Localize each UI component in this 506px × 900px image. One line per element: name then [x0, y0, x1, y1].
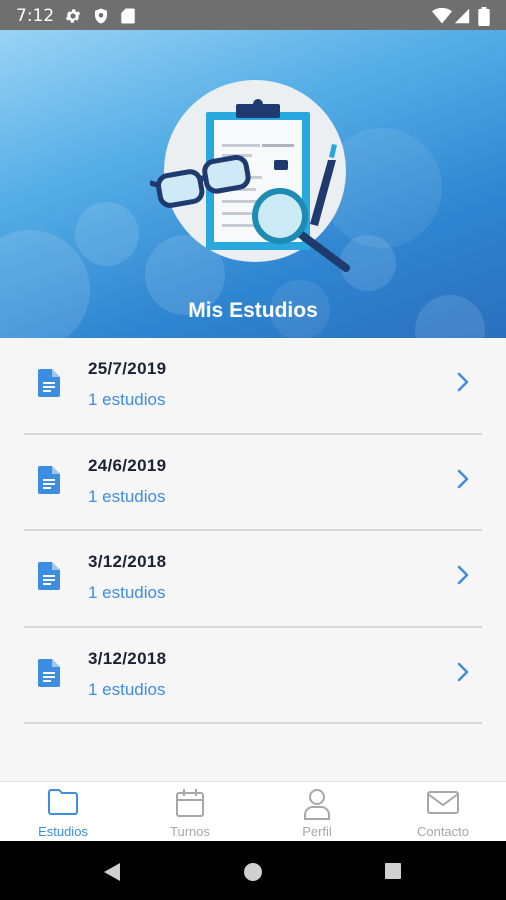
- chevron-right-icon[interactable]: [456, 371, 470, 393]
- page-title: Mis Estudios: [188, 299, 318, 322]
- signal-icon: [454, 8, 470, 24]
- nav-label: Turnos: [170, 824, 210, 839]
- mail-icon: [427, 791, 459, 814]
- nav-estudios[interactable]: Estudios: [0, 782, 126, 842]
- study-row[interactable]: 25/7/2019 1 estudios: [24, 338, 482, 435]
- nav-contacto[interactable]: Contacto: [380, 782, 506, 842]
- study-date: 3/12/2018: [88, 648, 167, 668]
- folder-icon: [48, 789, 78, 815]
- study-date: 3/12/2018: [88, 552, 167, 571]
- sd-card-icon: [121, 8, 135, 24]
- calendar-icon: [176, 789, 204, 817]
- chevron-right-icon[interactable]: [456, 468, 470, 490]
- system-navigation-bar: [0, 841, 506, 900]
- study-date: 24/6/2019: [88, 455, 167, 475]
- user-icon: [304, 789, 330, 820]
- study-date: 25/7/2019: [88, 359, 167, 378]
- study-row[interactable]: 3/12/2018 1 estudios: [24, 531, 482, 628]
- bottom-navigation: Estudios Turnos Perfil Contacto: [0, 781, 506, 842]
- settings-icon: [65, 9, 81, 23]
- recents-icon[interactable]: [384, 862, 402, 880]
- nav-label: Estudios: [38, 824, 88, 839]
- study-row[interactable]: 3/12/2018 1 estudios: [24, 628, 482, 724]
- nav-turnos[interactable]: Turnos: [127, 782, 253, 842]
- document-icon: [38, 369, 60, 397]
- study-count: 1 estudios: [88, 486, 166, 506]
- home-icon[interactable]: [243, 862, 263, 882]
- document-icon: [38, 658, 60, 687]
- study-row[interactable]: 24/6/2019 1 estudios: [24, 435, 482, 531]
- nav-perfil[interactable]: Perfil: [254, 782, 380, 842]
- status-time: 7:12: [16, 6, 55, 26]
- status-bar: 7:12: [0, 0, 506, 30]
- nav-label: Contacto: [416, 824, 470, 839]
- nav-label: Perfil: [302, 824, 332, 839]
- study-count: 1 estudios: [88, 679, 166, 699]
- chevron-right-icon[interactable]: [456, 564, 470, 586]
- document-icon: [38, 465, 60, 494]
- document-icon: [38, 562, 60, 590]
- header-banner: Mis Estudios: [0, 30, 506, 338]
- study-count: 1 estudios: [88, 583, 166, 602]
- back-icon[interactable]: [102, 862, 122, 882]
- battery-icon: [478, 7, 490, 26]
- shield-icon: [95, 8, 107, 24]
- chevron-right-icon[interactable]: [456, 661, 470, 683]
- wifi-icon: [432, 7, 452, 24]
- clipboard-magnifier-illustration: [150, 99, 350, 272]
- study-count: 1 estudios: [88, 390, 166, 409]
- studies-list: 25/7/2019 1 estudios 24/6/2019 1 estudio…: [0, 338, 506, 724]
